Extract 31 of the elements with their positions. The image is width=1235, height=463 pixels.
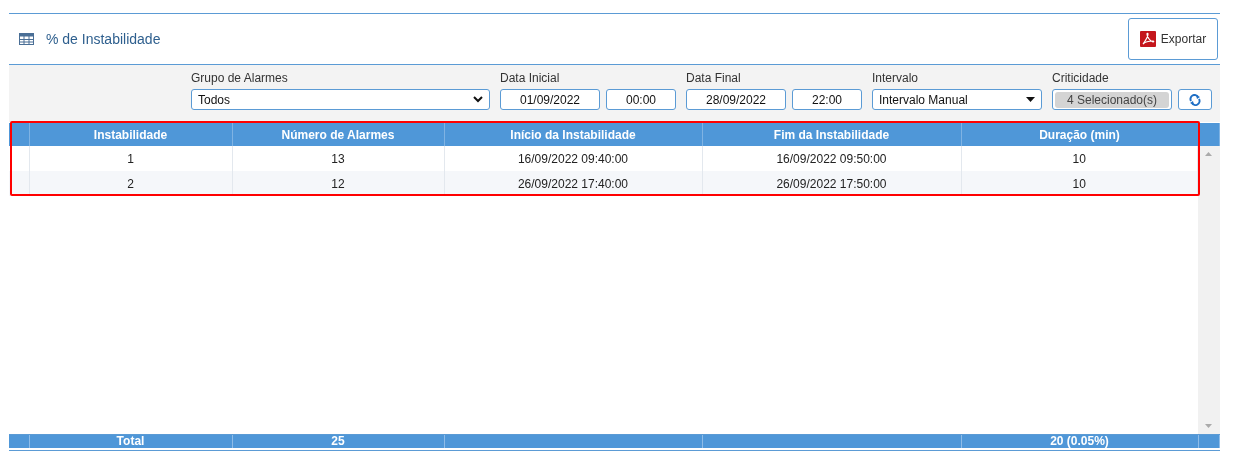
table-cell: 12 bbox=[232, 171, 444, 196]
date-field[interactable]: 28/09/2022 bbox=[686, 89, 786, 110]
table-cell: 10 bbox=[961, 171, 1198, 196]
filter-label: Intervalo bbox=[872, 71, 920, 85]
refresh-icon bbox=[1189, 93, 1201, 106]
table-cell: 26/09/2022 17:40:00 bbox=[444, 171, 702, 196]
pdf-icon bbox=[1139, 31, 1156, 47]
refresh-button[interactable] bbox=[1178, 89, 1212, 110]
export-button[interactable]: Exportar bbox=[1128, 18, 1218, 60]
total-cell: 25 bbox=[232, 435, 444, 448]
filter-label: Data Inicial bbox=[500, 71, 561, 85]
date-field[interactable]: 01/09/2022 bbox=[500, 89, 600, 110]
time-field[interactable]: 22:00 bbox=[792, 89, 862, 110]
filter-label: Grupo de Alarmes bbox=[191, 71, 289, 85]
filter-label: Criticidade bbox=[1052, 71, 1110, 85]
total-cell: 20 (0.05%) bbox=[961, 435, 1198, 448]
time-field[interactable]: 00:00 bbox=[606, 89, 676, 110]
filter-label: Data Final bbox=[686, 71, 742, 85]
caret-icon bbox=[1026, 97, 1035, 102]
select-field[interactable]: Intervalo Manual bbox=[872, 89, 1042, 110]
table-cell: 2 bbox=[29, 171, 232, 196]
page-title: % de Instabilidade bbox=[46, 31, 161, 47]
table-icon bbox=[19, 33, 34, 45]
scrollbar[interactable] bbox=[1198, 146, 1220, 434]
scroll-up-icon[interactable] bbox=[1205, 152, 1212, 156]
total-cell: Total bbox=[29, 435, 232, 448]
select-field[interactable]: Todos bbox=[191, 89, 490, 110]
table-cell: 26/09/2022 17:50:00 bbox=[702, 171, 961, 196]
chevron-down-icon bbox=[473, 96, 483, 103]
multiselect-field[interactable]: 4 Selecionado(s) bbox=[1052, 89, 1172, 110]
scroll-down-icon[interactable] bbox=[1205, 424, 1212, 428]
